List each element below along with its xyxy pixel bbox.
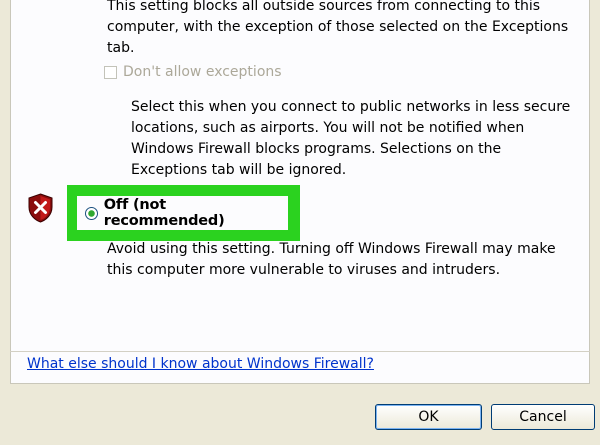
cancel-button[interactable]: Cancel bbox=[491, 404, 595, 430]
off-not-recommended-option[interactable]: Off (not recommended) bbox=[77, 196, 288, 230]
firewall-help-link[interactable]: What else should I know about Windows Fi… bbox=[27, 356, 374, 372]
ok-button[interactable]: OK bbox=[375, 404, 482, 430]
off-radio-button[interactable] bbox=[85, 206, 98, 220]
shield-warning-icon bbox=[28, 193, 53, 223]
divider bbox=[10, 351, 590, 352]
block-all-description: This setting blocks all outside sources … bbox=[107, 0, 569, 56]
off-option-description: Avoid using this setting. Turning off Wi… bbox=[107, 241, 556, 278]
off-radio-label: Off (not recommended) bbox=[103, 197, 225, 229]
dont-allow-exceptions-option[interactable]: Don't allow exceptions bbox=[104, 63, 282, 81]
dont-allow-exceptions-checkbox[interactable] bbox=[104, 65, 117, 79]
dont-allow-exceptions-label: Don't allow exceptions bbox=[123, 64, 282, 80]
dont-allow-exceptions-description: Select this when you connect to public n… bbox=[131, 99, 571, 178]
